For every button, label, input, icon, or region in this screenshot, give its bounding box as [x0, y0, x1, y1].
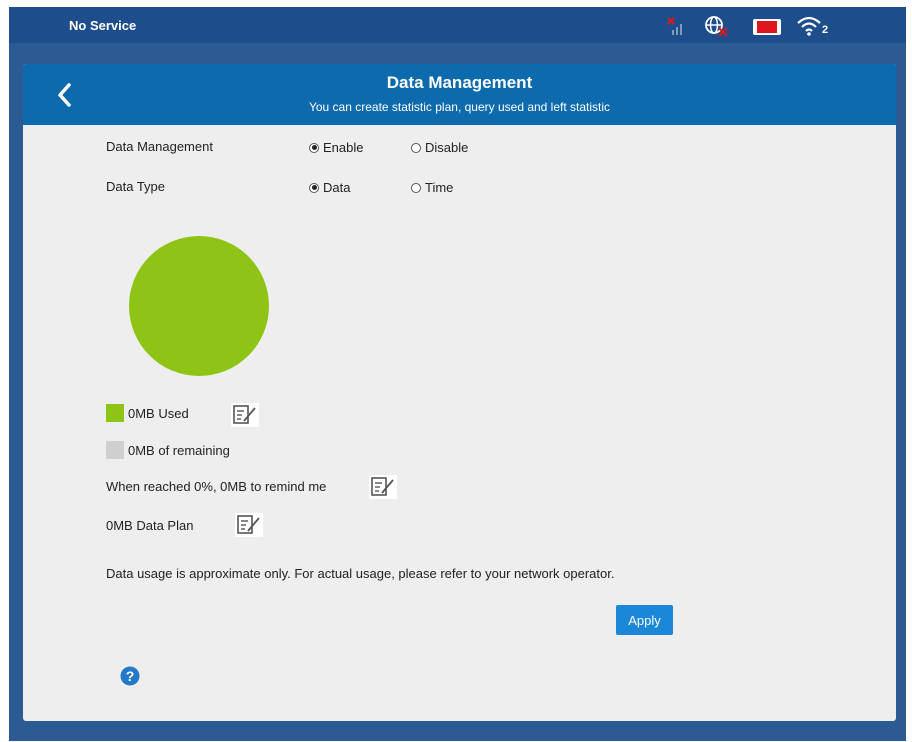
remaining-swatch: [106, 441, 124, 459]
radio-time-label: Time: [425, 180, 454, 195]
data-type-label: Data Type: [106, 179, 166, 194]
radio-time[interactable]: Time: [411, 180, 453, 195]
panel-header: Data Management You can create statistic…: [23, 64, 896, 125]
legend-used: 0MB Used: [106, 404, 189, 422]
help-icon[interactable]: ?: [120, 666, 140, 686]
edit-plan-icon[interactable]: [235, 513, 263, 537]
data-management-label: Data Management: [106, 139, 213, 154]
radio-enable-label: Enable: [323, 140, 364, 155]
service-status: No Service: [69, 18, 137, 33]
status-bar: No Service 2: [9, 7, 906, 43]
svg-text:?: ?: [126, 668, 135, 684]
page-title: Data Management: [386, 73, 533, 92]
usage-pie-chart: [129, 236, 269, 376]
radio-time-indicator[interactable]: [411, 182, 421, 193]
apply-button[interactable]: Apply: [616, 605, 673, 635]
edit-remind-icon[interactable]: [369, 475, 397, 499]
usage-pie-svg: [129, 236, 269, 376]
pie-slice-used: [129, 236, 269, 376]
radio-data-label: Data: [323, 180, 351, 195]
legend-remaining: 0MB of remaining: [106, 441, 230, 459]
data-plan-text: 0MB Data Plan: [106, 518, 194, 533]
radio-data[interactable]: Data: [309, 180, 350, 195]
radio-enable-indicator[interactable]: [309, 142, 319, 153]
sim-card-icon: [752, 14, 782, 43]
wifi-client-count: 2: [822, 24, 829, 36]
status-icons: 2: [666, 14, 836, 38]
usage-note: Data usage is approximate only. For actu…: [106, 566, 615, 581]
radio-enable[interactable]: Enable: [309, 140, 363, 155]
edit-used-icon[interactable]: [231, 403, 259, 427]
main-panel: Data Management You can create statistic…: [23, 64, 896, 721]
remaining-label: 0MB of remaining: [128, 442, 230, 458]
remind-text: When reached 0%, 0MB to remind me: [106, 479, 327, 494]
radio-data-indicator[interactable]: [309, 182, 319, 193]
wifi-icon: 2: [796, 14, 832, 43]
page-subtitle: You can create statistic plan, query use…: [308, 100, 611, 114]
radio-disable-label: Disable: [425, 140, 469, 155]
radio-disable-indicator[interactable]: [411, 142, 421, 153]
no-signal-icon: [666, 14, 688, 43]
used-label: 0MB Used: [128, 405, 189, 421]
radio-disable[interactable]: Disable: [411, 140, 468, 155]
internet-disconnected-icon: [704, 14, 730, 43]
content-area: Data Management Enable Disable Data Type…: [23, 125, 896, 721]
app-frame: No Service 2 Data Management You can cre…: [9, 7, 906, 741]
used-swatch: [106, 404, 124, 422]
